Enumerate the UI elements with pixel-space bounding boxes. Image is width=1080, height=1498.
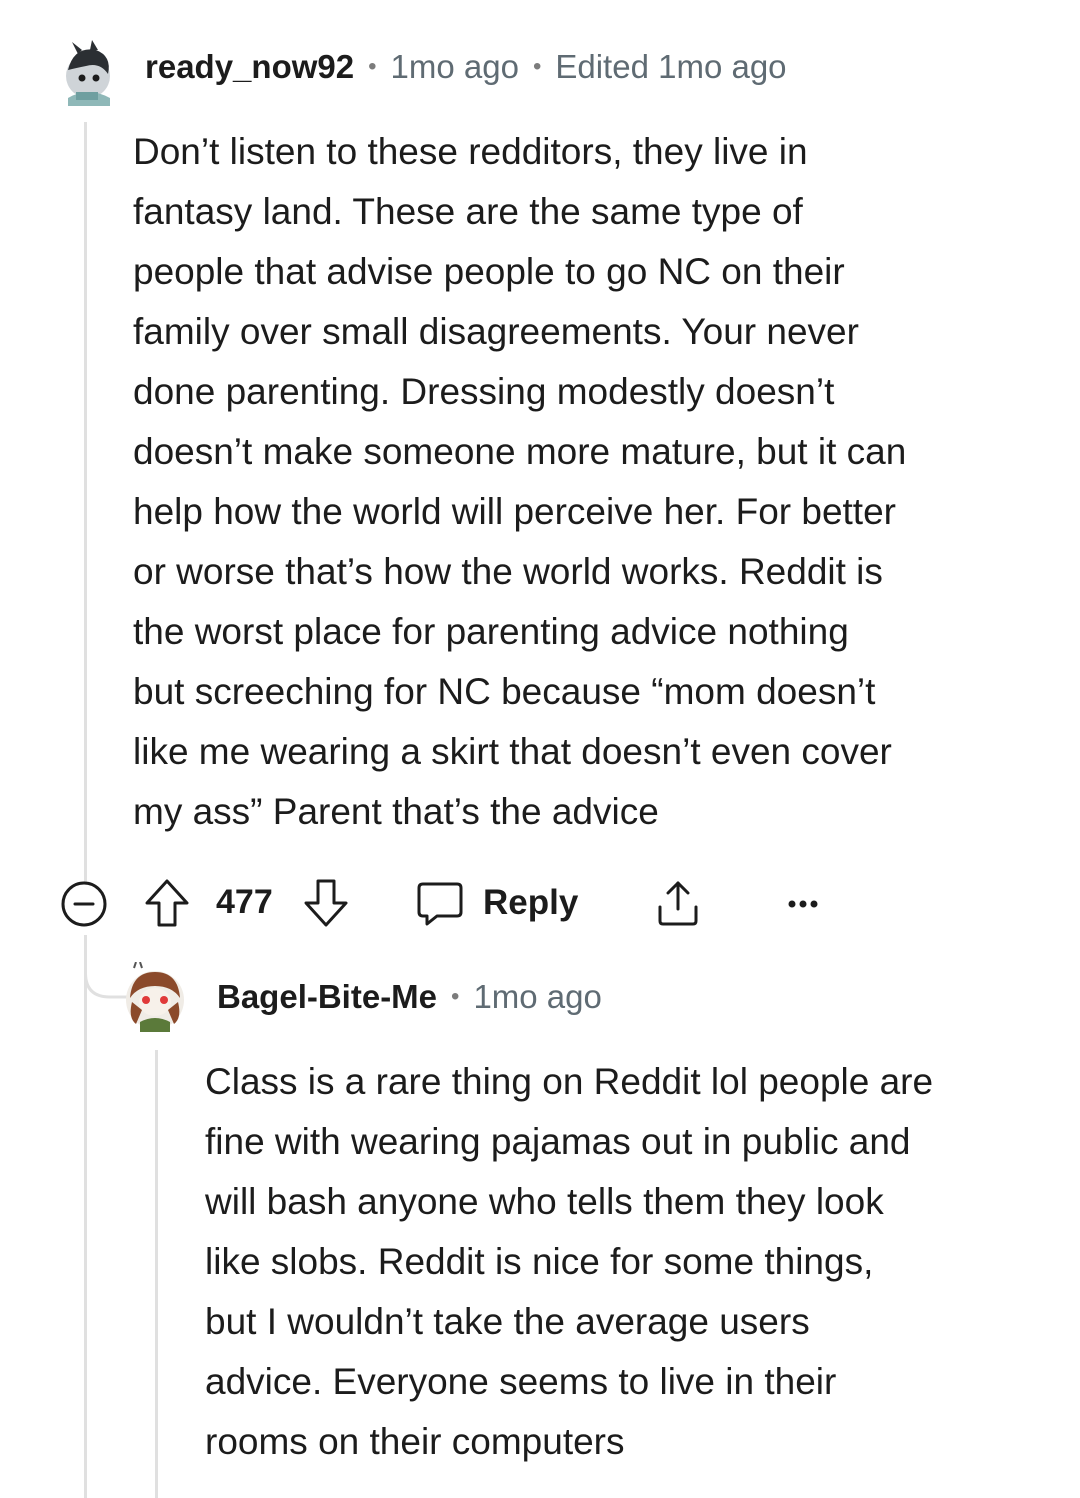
reply-button[interactable]: Reply: [415, 876, 578, 930]
upvote-icon: [145, 879, 189, 927]
thread-line-main[interactable]: [84, 122, 87, 882]
collapse-button[interactable]: [60, 880, 108, 928]
timestamp: 1mo ago: [473, 978, 602, 1015]
downvote-icon: [304, 879, 348, 927]
collapse-icon: [61, 881, 107, 927]
reply-meta: Bagel-Bite-Me • 1mo ago: [217, 978, 602, 1016]
separator-dot: •: [368, 53, 377, 80]
downvote-button[interactable]: [302, 877, 350, 929]
thread-line-main-lower[interactable]: [84, 935, 87, 1498]
comment-meta: ready_now92 • 1mo ago • Edited 1mo ago: [145, 48, 787, 86]
reply-label: Reply: [483, 883, 579, 922]
reply-bubble-icon: [417, 882, 463, 926]
vote-count: 477: [216, 883, 273, 921]
thread-line-reply[interactable]: [155, 1050, 158, 1498]
separator-dot: •: [451, 983, 460, 1010]
avatar[interactable]: [56, 40, 118, 106]
timestamp: 1mo ago: [390, 48, 519, 85]
username[interactable]: Bagel-Bite-Me: [217, 978, 437, 1016]
more-icon: [788, 900, 818, 908]
share-button[interactable]: [652, 876, 704, 930]
more-options-button[interactable]: [783, 888, 823, 918]
comment-body: Don’t listen to these redditors, they li…: [133, 131, 907, 832]
upvote-button[interactable]: [143, 877, 191, 929]
avatar[interactable]: [122, 961, 188, 1032]
share-icon: [658, 881, 698, 926]
reply-body: Class is a rare thing on Reddit lol peop…: [205, 1061, 934, 1462]
username[interactable]: ready_now92: [145, 48, 354, 86]
edited-label: Edited 1mo ago: [555, 48, 787, 85]
separator-dot: •: [532, 53, 542, 80]
